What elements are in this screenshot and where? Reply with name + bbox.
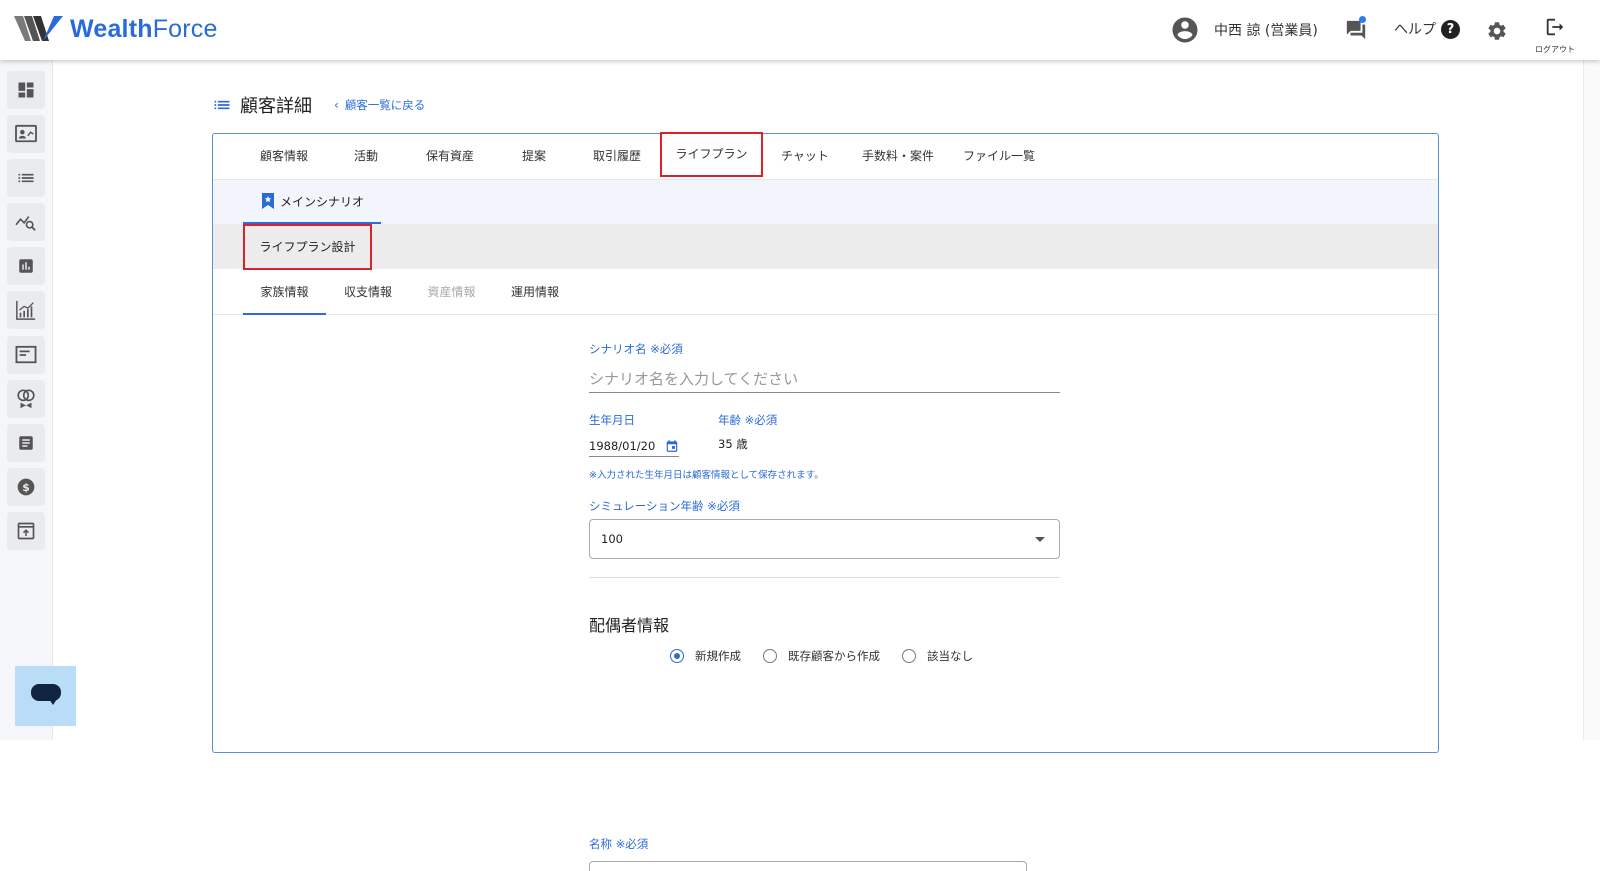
radio-new-create[interactable]: 新規作成 bbox=[670, 648, 741, 664]
spouse-creation-radio-group: 新規作成 既存顧客から作成 該当なし bbox=[670, 648, 995, 664]
dollar-coin-icon: $ bbox=[17, 478, 35, 496]
simulation-age-label: シミュレーション年齢 ※必須 bbox=[589, 499, 740, 513]
dashboard-icon bbox=[18, 82, 34, 98]
birth-date-value: 1988/01/20 bbox=[589, 438, 656, 453]
sidebar: $ bbox=[0, 60, 53, 740]
help-icon: ? bbox=[1441, 19, 1460, 39]
help-label: ヘルプ bbox=[1394, 22, 1436, 38]
tab-holdings[interactable]: 保有資産 bbox=[407, 134, 493, 179]
logout-label: ログアウト bbox=[1535, 45, 1575, 54]
age-value: 35 歳 bbox=[718, 437, 748, 451]
simulation-age-value: 100 bbox=[601, 532, 623, 546]
radio-unselected-icon bbox=[763, 649, 777, 663]
sub-tab-bar: 家族情報 収支情報 資産情報 運用情報 bbox=[213, 269, 1438, 315]
design-bar: ライフプラン設計 bbox=[213, 224, 1438, 270]
radio-not-applicable[interactable]: 該当なし bbox=[902, 648, 973, 664]
radio-new-create-label: 新規作成 bbox=[695, 649, 741, 663]
help-button[interactable]: ヘルプ ? bbox=[1394, 19, 1460, 39]
age-label: 年齢 ※必須 bbox=[718, 413, 778, 427]
account-circle-icon bbox=[1172, 17, 1198, 43]
birth-date-field[interactable]: 1988/01/20 bbox=[589, 435, 679, 457]
chevron-left-icon: ‹ bbox=[334, 98, 339, 112]
wealthforce-logo[interactable]: WealthForce bbox=[14, 14, 218, 44]
sidebar-item-commission[interactable]: $ bbox=[7, 468, 45, 506]
chat-bubble-icon bbox=[30, 684, 61, 705]
sidebar-item-list[interactable] bbox=[7, 159, 45, 197]
main-scenario-label: メインシナリオ bbox=[280, 194, 365, 209]
logo-text: WealthForce bbox=[70, 14, 218, 43]
page-title: 顧客詳細 bbox=[240, 96, 312, 117]
tab-chat[interactable]: チャット bbox=[763, 134, 847, 179]
back-to-customer-list-link[interactable]: ‹ 顧客一覧に戻る bbox=[334, 97, 425, 113]
tab-fees-cases[interactable]: 手数料・案件 bbox=[847, 134, 949, 179]
sidebar-item-document[interactable] bbox=[7, 424, 45, 462]
spouse-info-heading: 配偶者情報 bbox=[589, 616, 670, 635]
logout-icon bbox=[1546, 18, 1564, 36]
growth-chart-icon bbox=[16, 300, 36, 320]
section-divider bbox=[589, 577, 1060, 578]
spouse-name-input[interactable] bbox=[589, 861, 1027, 871]
logout-button[interactable]: ログアウト bbox=[1530, 16, 1580, 55]
sidebar-item-customer-card[interactable] bbox=[7, 115, 45, 153]
customer-card-icon bbox=[15, 124, 37, 143]
tab-income-expense[interactable]: 収支情報 bbox=[326, 269, 410, 315]
life-plan-design-button[interactable]: ライフプラン設計 bbox=[243, 224, 372, 270]
sidebar-item-upload[interactable] bbox=[7, 512, 45, 550]
sidebar-item-dashboard[interactable] bbox=[7, 71, 45, 109]
notice-board-icon bbox=[15, 345, 37, 364]
scenario-tab-bar: メインシナリオ bbox=[213, 180, 1438, 224]
main-tab-bar: 顧客情報 活動 保有資産 提案 取引履歴 ライフプラン チャット 手数料・案件 … bbox=[213, 132, 1438, 180]
radio-not-applicable-label: 該当なし bbox=[927, 649, 973, 663]
user-menu[interactable]: 中西 諒 (営業員) bbox=[1170, 15, 1318, 45]
radio-from-existing-customer[interactable]: 既存顧客から作成 bbox=[763, 648, 880, 664]
tab-activity[interactable]: 活動 bbox=[325, 134, 407, 179]
bar-chart-icon bbox=[19, 259, 33, 273]
list-icon bbox=[214, 100, 230, 110]
tab-family-info[interactable]: 家族情報 bbox=[243, 269, 326, 315]
birth-date-label: 生年月日 bbox=[589, 413, 635, 427]
chat-support-button[interactable] bbox=[15, 666, 76, 726]
sidebar-item-bar-chart[interactable] bbox=[7, 247, 45, 285]
page-header: 顧客詳細 ‹ 顧客一覧に戻る bbox=[212, 92, 425, 118]
scenario-name-label: シナリオ名 ※必須 bbox=[589, 342, 683, 356]
document-icon bbox=[19, 436, 33, 450]
gear-icon bbox=[1488, 22, 1506, 40]
birth-date-note: ※入力された生年月日は顧客情報として保存されます。 bbox=[589, 470, 824, 481]
wealthforce-logo-mark-icon bbox=[14, 16, 63, 41]
dropdown-arrow-icon bbox=[1035, 536, 1045, 542]
customer-detail-card: 顧客情報 活動 保有資産 提案 取引履歴 ライフプラン チャット 手数料・案件 … bbox=[212, 132, 1439, 871]
sidebar-item-notice[interactable] bbox=[7, 336, 45, 374]
back-link-label: 顧客一覧に戻る bbox=[344, 98, 426, 112]
tab-proposal[interactable]: 提案 bbox=[493, 134, 575, 179]
tab-file-list[interactable]: ファイル一覧 bbox=[949, 134, 1049, 179]
spouse-name-label: 名称 ※必須 bbox=[589, 837, 649, 851]
notification-dot bbox=[1359, 16, 1366, 23]
app-header: WealthForce 中西 諒 (営業員) ヘルプ ? ログアウト bbox=[0, 0, 1600, 60]
radio-from-existing-label: 既存顧客から作成 bbox=[788, 649, 880, 663]
rings-icon bbox=[17, 389, 35, 409]
tab-main-scenario[interactable]: メインシナリオ bbox=[243, 180, 381, 224]
calendar-icon[interactable] bbox=[665, 439, 679, 453]
radio-selected-icon bbox=[670, 649, 684, 663]
scenario-name-input[interactable] bbox=[589, 359, 1060, 393]
settings-button[interactable] bbox=[1486, 20, 1508, 46]
svg-text:$: $ bbox=[22, 481, 30, 494]
chat-notification-button[interactable] bbox=[1345, 16, 1367, 45]
page-scrollbar[interactable] bbox=[1583, 60, 1600, 740]
radio-unselected-icon bbox=[902, 649, 916, 663]
sidebar-item-analytics-search[interactable] bbox=[7, 203, 45, 241]
tab-customer-info[interactable]: 顧客情報 bbox=[243, 134, 325, 179]
analytics-search-icon bbox=[15, 216, 36, 231]
bookmark-star-icon bbox=[262, 193, 274, 209]
tab-investment-info[interactable]: 運用情報 bbox=[493, 269, 577, 315]
tab-life-plan[interactable]: ライフプラン bbox=[660, 132, 763, 177]
sidebar-item-growth-chart[interactable] bbox=[7, 291, 45, 329]
sidebar-item-life-event[interactable] bbox=[7, 380, 45, 418]
simulation-age-select[interactable]: 100 bbox=[589, 519, 1060, 559]
list-icon bbox=[18, 173, 34, 183]
tab-asset-info[interactable]: 資産情報 bbox=[410, 269, 493, 315]
tab-transaction-history[interactable]: 取引履歴 bbox=[575, 134, 659, 179]
upload-box-icon bbox=[17, 522, 35, 540]
user-name: 中西 諒 (営業員) bbox=[1214, 23, 1318, 39]
